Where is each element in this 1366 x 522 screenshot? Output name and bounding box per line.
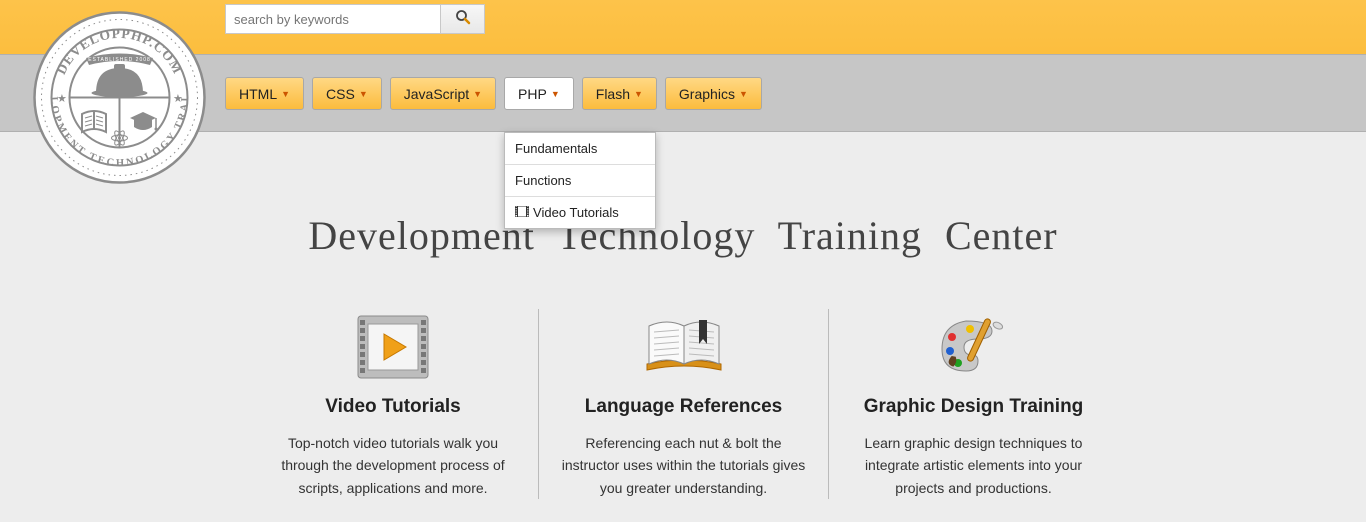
dropdown-video-tutorials[interactable]: Video Tutorials <box>505 197 655 228</box>
caret-icon: ▼ <box>473 89 482 99</box>
feature-body: Top-notch video tutorials walk you throu… <box>268 432 518 499</box>
nav-php-dropdown: Fundamentals Functions Video Tutorials <box>504 132 656 229</box>
search-icon <box>455 9 471 30</box>
main-content: Development Technology Training Center V… <box>0 132 1366 499</box>
feature-body: Learn graphic design techniques to integ… <box>849 432 1098 499</box>
nav-javascript[interactable]: JavaScript▼ <box>390 77 496 110</box>
open-book-icon <box>559 309 808 384</box>
feature-title: Video Tutorials <box>268 396 518 418</box>
palette-brush-icon <box>849 309 1098 384</box>
svg-text:★: ★ <box>57 93 67 105</box>
feature-graphic-design: Graphic Design Training Learn graphic de… <box>828 309 1118 499</box>
nav-flash[interactable]: Flash▼ <box>582 77 657 110</box>
feature-language-references: Language References Referencing each nut… <box>538 309 828 499</box>
svg-text:★: ★ <box>173 93 183 105</box>
film-clip-icon <box>268 309 518 384</box>
search-form <box>225 4 485 34</box>
feature-body: Referencing each nut & bolt the instruct… <box>559 432 808 499</box>
caret-icon: ▼ <box>739 89 748 99</box>
search-button[interactable] <box>440 4 485 34</box>
svg-text:ESTABLISHED 2008: ESTABLISHED 2008 <box>88 57 151 63</box>
search-input[interactable] <box>225 4 440 34</box>
dropdown-functions[interactable]: Functions <box>505 165 655 197</box>
film-icon <box>515 205 529 220</box>
feature-video-tutorials: Video Tutorials Top-notch video tutorial… <box>248 309 538 499</box>
caret-icon: ▼ <box>551 89 560 99</box>
feature-title: Graphic Design Training <box>849 396 1098 418</box>
nav-html[interactable]: HTML▼ <box>225 77 304 110</box>
caret-icon: ▼ <box>281 89 290 99</box>
dropdown-fundamentals[interactable]: Fundamentals <box>505 133 655 165</box>
caret-icon: ▼ <box>359 89 368 99</box>
feature-title: Language References <box>559 396 808 418</box>
nav-graphics[interactable]: Graphics▼ <box>665 77 762 110</box>
page-title: Development Technology Training Center <box>0 212 1366 259</box>
nav-php[interactable]: PHP▼ <box>504 77 574 110</box>
site-logo[interactable]: DEVELOPPHP.COM DEVELOPMENT TECHNOLOGY TR… <box>32 10 207 185</box>
nav-css[interactable]: CSS▼ <box>312 77 382 110</box>
caret-icon: ▼ <box>634 89 643 99</box>
